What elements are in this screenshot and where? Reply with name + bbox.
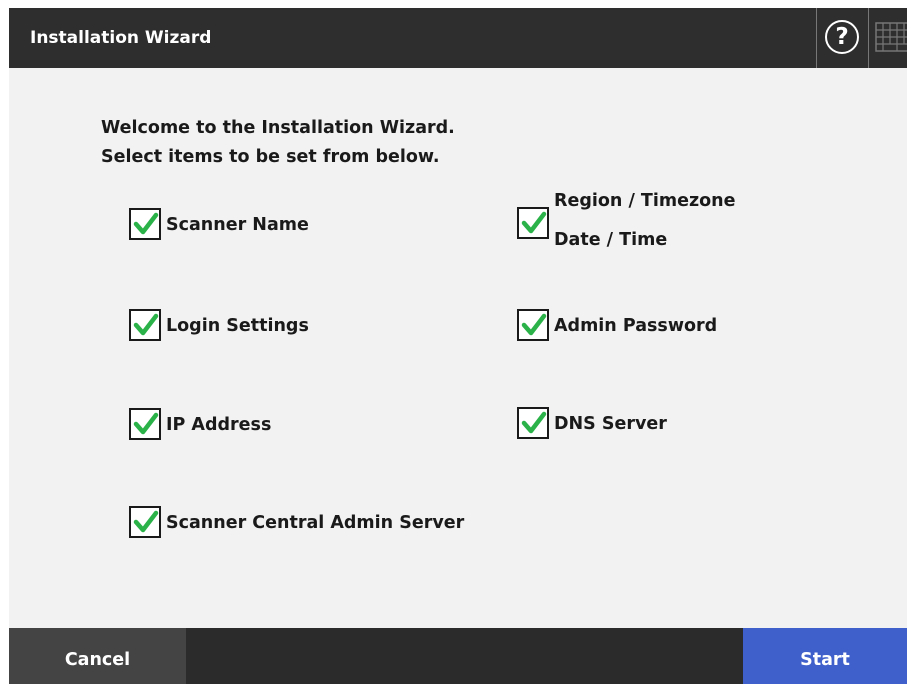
keyboard-button[interactable] <box>868 8 907 68</box>
wizard-window: Installation Wizard ? Welcome to the Ins… <box>9 8 907 684</box>
central-admin-checkbox[interactable] <box>129 506 161 538</box>
date-time-label: Date / Time <box>554 230 668 250</box>
intro-line-2: Select items to be set from below. <box>101 147 440 167</box>
window-title: Installation Wizard <box>30 28 212 48</box>
checkmark-icon <box>521 411 547 434</box>
scanner-name-checkbox[interactable] <box>129 208 161 240</box>
checkmark-icon <box>521 211 547 234</box>
footer-bar: Cancel Start <box>9 628 907 684</box>
dns-server-label: DNS Server <box>554 414 667 434</box>
checkmark-icon <box>133 510 159 533</box>
region-timezone-checkbox[interactable] <box>517 207 549 239</box>
start-button[interactable]: Start <box>743 628 907 684</box>
checkmark-icon <box>133 313 159 336</box>
checkmark-icon <box>133 412 159 435</box>
dns-server-checkbox[interactable] <box>517 407 549 439</box>
intro-text: Welcome to the Installation Wizard. Sele… <box>101 114 455 172</box>
ip-address-label: IP Address <box>166 415 272 435</box>
ip-address-checkbox[interactable] <box>129 408 161 440</box>
region-timezone-label: Region / Timezone <box>554 191 736 211</box>
scanner-name-label: Scanner Name <box>166 215 309 235</box>
central-admin-label: Scanner Central Admin Server <box>166 513 465 533</box>
checkmark-icon <box>521 313 547 336</box>
intro-line-1: Welcome to the Installation Wizard. <box>101 118 455 138</box>
cancel-button[interactable]: Cancel <box>9 628 186 684</box>
checkmark-icon <box>133 212 159 235</box>
keyboard-icon <box>875 22 907 52</box>
help-button[interactable]: ? <box>816 8 868 68</box>
admin-password-checkbox[interactable] <box>517 309 549 341</box>
help-icon: ? <box>825 20 859 54</box>
login-settings-label: Login Settings <box>166 316 309 336</box>
title-bar: Installation Wizard ? <box>9 8 907 68</box>
login-settings-checkbox[interactable] <box>129 309 161 341</box>
admin-password-label: Admin Password <box>554 316 718 336</box>
